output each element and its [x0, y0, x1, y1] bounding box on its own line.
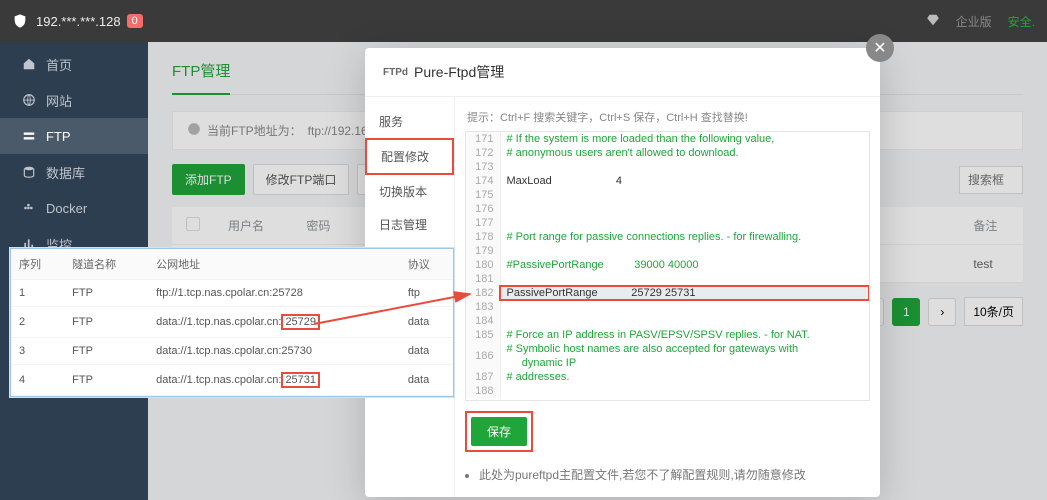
db-icon	[22, 165, 36, 179]
line-number: 184	[466, 314, 500, 328]
tunnel-row: 4FTPdata://1.tcp.nas.cpolar.cn:25731data	[11, 365, 453, 396]
code-line[interactable]: 176	[466, 202, 869, 216]
code-line[interactable]: 179	[466, 244, 869, 258]
code-line[interactable]: 188	[466, 384, 869, 398]
code-line[interactable]: 178# Port range for passive connections …	[466, 230, 869, 244]
tcell-name: FTP	[64, 307, 148, 338]
line-number: 188	[466, 384, 500, 398]
line-number: 177	[466, 216, 500, 230]
home-icon	[22, 57, 36, 71]
tunnel-row: 2FTPdata://1.tcp.nas.cpolar.cn:25729data	[11, 307, 453, 338]
line-number: 174	[466, 174, 500, 188]
tcell-proto: data	[400, 307, 453, 338]
sidebar-item-label: Docker	[46, 201, 87, 216]
line-number: 171	[466, 132, 500, 146]
code-line[interactable]: 183	[466, 300, 869, 314]
diamond-icon	[926, 13, 940, 30]
tunnel-row: 1FTPftp://1.tcp.nas.cpolar.cn:25728ftp	[11, 280, 453, 307]
safe-label[interactable]: 安全.	[1008, 13, 1035, 30]
modal-nav-item[interactable]: 配置修改	[365, 138, 454, 175]
line-number: 179	[466, 244, 500, 258]
tunnel-table-overlay: 序列 隧道名称 公网地址 协议 1FTPftp://1.tcp.nas.cpol…	[10, 248, 454, 397]
tcell-seq: 2	[11, 307, 64, 338]
tcell-addr: data://1.tcp.nas.cpolar.cn:25729	[148, 307, 400, 338]
modal-title: Pure-Ftpd管理	[414, 62, 504, 82]
tcell-proto: data	[400, 338, 453, 365]
sidebar-item-ftp[interactable]: FTP	[0, 118, 148, 154]
code-line[interactable]: 184	[466, 314, 869, 328]
config-note: 此处为pureftpd主配置文件,若您不了解配置规则,请勿随意修改	[479, 466, 870, 483]
code-line[interactable]: 186# Symbolic host names are also accept…	[466, 342, 869, 370]
tcell-addr: ftp://1.tcp.nas.cpolar.cn:25728	[148, 280, 400, 307]
ftp-icon	[22, 129, 36, 143]
globe-icon	[22, 93, 36, 107]
line-number: 187	[466, 370, 500, 384]
line-number: 185	[466, 328, 500, 342]
modal-nav-item[interactable]: 切换版本	[365, 175, 454, 208]
line-number: 175	[466, 188, 500, 202]
config-editor[interactable]: 171# If the system is more loaded than t…	[465, 131, 870, 401]
tcol-name: 隧道名称	[64, 249, 148, 280]
code-line[interactable]: 177	[466, 216, 869, 230]
line-number: 186	[466, 342, 500, 370]
code-line[interactable]: 187# addresses.	[466, 370, 869, 384]
sidebar-item-label: 首页	[46, 55, 72, 74]
sidebar-item-label: FTP	[46, 129, 71, 144]
code-line[interactable]: 175	[466, 188, 869, 202]
tcell-proto: ftp	[400, 280, 453, 307]
modal-title-bar: FTPd Pure-Ftpd管理	[365, 48, 880, 97]
alert-badge[interactable]: 0	[127, 14, 143, 28]
code-line[interactable]: 172# anonymous users aren't allowed to d…	[466, 146, 869, 160]
tcell-name: FTP	[64, 280, 148, 307]
server-ip: 192.***.***.128	[36, 14, 121, 29]
tcol-proto: 协议	[400, 249, 453, 280]
line-number: 176	[466, 202, 500, 216]
code-line[interactable]: 180#PassivePortRange 39000 40000	[466, 258, 869, 272]
code-line[interactable]: 182PassivePortRange 25729 25731	[466, 286, 869, 300]
code-line[interactable]: 173	[466, 160, 869, 174]
tcell-proto: data	[400, 365, 453, 396]
modal-nav-item[interactable]: 服务	[365, 105, 454, 138]
sidebar-item-db[interactable]: 数据库	[0, 154, 148, 190]
tcell-addr: data://1.tcp.nas.cpolar.cn:25730	[148, 338, 400, 365]
editor-hint: 提示：Ctrl+F 搜索关键字，Ctrl+S 保存，Ctrl+H 查找替换!	[467, 109, 868, 125]
code-line[interactable]: 171# If the system is more loaded than t…	[466, 132, 869, 146]
code-line[interactable]: 174MaxLoad 4	[466, 174, 869, 188]
code-line[interactable]: 181	[466, 272, 869, 286]
tcell-seq: 1	[11, 280, 64, 307]
code-line[interactable]: 185# Force an IP address in PASV/EPSV/SP…	[466, 328, 869, 342]
top-bar: 192.***.***.128 0 企业版 安全.	[0, 0, 1047, 42]
line-number: 178	[466, 230, 500, 244]
sidebar-item-label: 网站	[46, 91, 72, 110]
close-icon[interactable]: ✕	[866, 34, 894, 62]
enterprise-label[interactable]: 企业版	[956, 13, 992, 30]
tunnel-row: 3FTPdata://1.tcp.nas.cpolar.cn:25730data	[11, 338, 453, 365]
shield-icon	[12, 13, 28, 29]
tcol-seq: 序列	[11, 249, 64, 280]
sidebar-item-docker[interactable]: Docker	[0, 190, 148, 226]
line-number: 172	[466, 146, 500, 160]
line-number: 173	[466, 160, 500, 174]
line-number: 182	[466, 286, 500, 300]
tcell-addr: data://1.tcp.nas.cpolar.cn:25731	[148, 365, 400, 396]
line-number: 180	[466, 258, 500, 272]
tcell-name: FTP	[64, 365, 148, 396]
tcol-addr: 公网地址	[148, 249, 400, 280]
save-button[interactable]: 保存	[471, 417, 527, 446]
tcell-seq: 3	[11, 338, 64, 365]
sidebar-item-home[interactable]: 首页	[0, 46, 148, 82]
tcell-name: FTP	[64, 338, 148, 365]
sidebar-item-globe[interactable]: 网站	[0, 82, 148, 118]
docker-icon	[22, 201, 36, 215]
line-number: 183	[466, 300, 500, 314]
sidebar-item-label: 数据库	[46, 163, 85, 182]
tcell-seq: 4	[11, 365, 64, 396]
ftpd-logo: FTPd	[383, 67, 408, 78]
modal-nav-item[interactable]: 日志管理	[365, 208, 454, 241]
line-number: 181	[466, 272, 500, 286]
